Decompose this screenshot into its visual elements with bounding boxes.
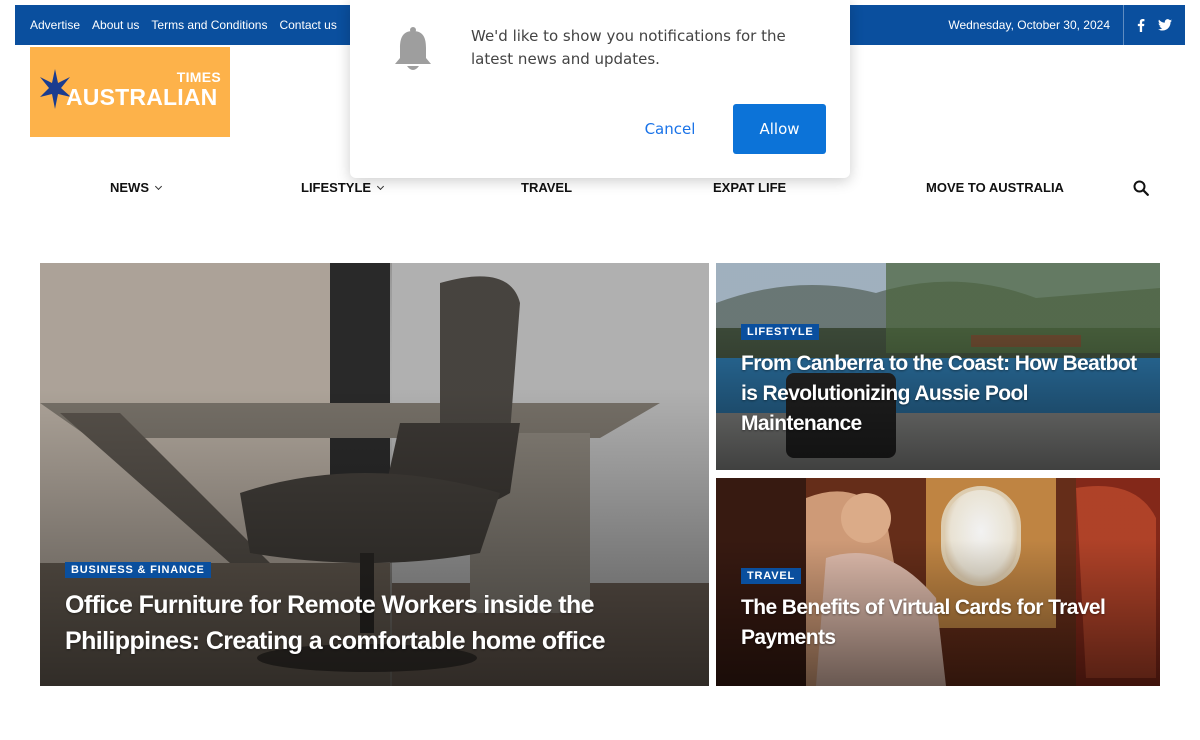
category-tag[interactable]: LIFESTYLE	[741, 324, 820, 340]
article-title[interactable]: The Benefits of Virtual Cards for Travel…	[741, 593, 1151, 653]
nav-item-label: NEWS	[110, 180, 149, 195]
notification-popup: We'd like to show you notifications for …	[350, 0, 850, 178]
search-icon[interactable]	[1133, 180, 1151, 198]
nav-item-move-to-australia[interactable]: MOVE TO AUSTRALIA	[926, 170, 1064, 206]
site-logo[interactable]: TIMES AUSTRALIAN	[30, 47, 230, 137]
twitter-icon[interactable]	[1158, 19, 1173, 31]
page: Advertise About us Terms and Conditions …	[0, 0, 1200, 740]
contact-us-link[interactable]: Contact us	[279, 18, 336, 32]
nav-item-label: MOVE TO AUSTRALIA	[926, 180, 1064, 195]
cancel-button[interactable]: Cancel	[632, 104, 708, 154]
article-title[interactable]: From Canberra to the Coast: How Beatbot …	[741, 349, 1151, 439]
featured-article-main[interactable]: BUSINESS & FINANCE Office Furniture for …	[40, 263, 709, 686]
allow-button[interactable]: Allow	[733, 104, 826, 154]
about-us-link[interactable]: About us	[92, 18, 139, 32]
social-links	[1123, 5, 1185, 45]
featured-article-side-top[interactable]: LIFESTYLE From Canberra to the Coast: Ho…	[716, 263, 1160, 470]
featured-article-side-bottom[interactable]: TRAVEL The Benefits of Virtual Cards for…	[716, 478, 1160, 686]
chevron-down-icon	[154, 182, 163, 191]
bell-icon	[392, 26, 434, 77]
logo-name-text: AUSTRALIAN	[66, 84, 218, 110]
nav-item-news[interactable]: NEWS	[110, 170, 163, 206]
top-links: Advertise About us Terms and Conditions …	[30, 5, 337, 45]
article-title[interactable]: Office Furniture for Remote Workers insi…	[65, 587, 645, 659]
terms-link[interactable]: Terms and Conditions	[151, 18, 267, 32]
advertise-link[interactable]: Advertise	[30, 18, 80, 32]
category-tag[interactable]: BUSINESS & FINANCE	[65, 562, 211, 578]
logo-times-text: TIMES	[176, 69, 221, 85]
category-tag[interactable]: TRAVEL	[741, 568, 801, 584]
current-date: Wednesday, October 30, 2024	[948, 18, 1110, 32]
facebook-icon[interactable]	[1137, 18, 1145, 32]
popup-message: We'd like to show you notifications for …	[471, 27, 786, 68]
chevron-down-icon	[377, 182, 385, 191]
